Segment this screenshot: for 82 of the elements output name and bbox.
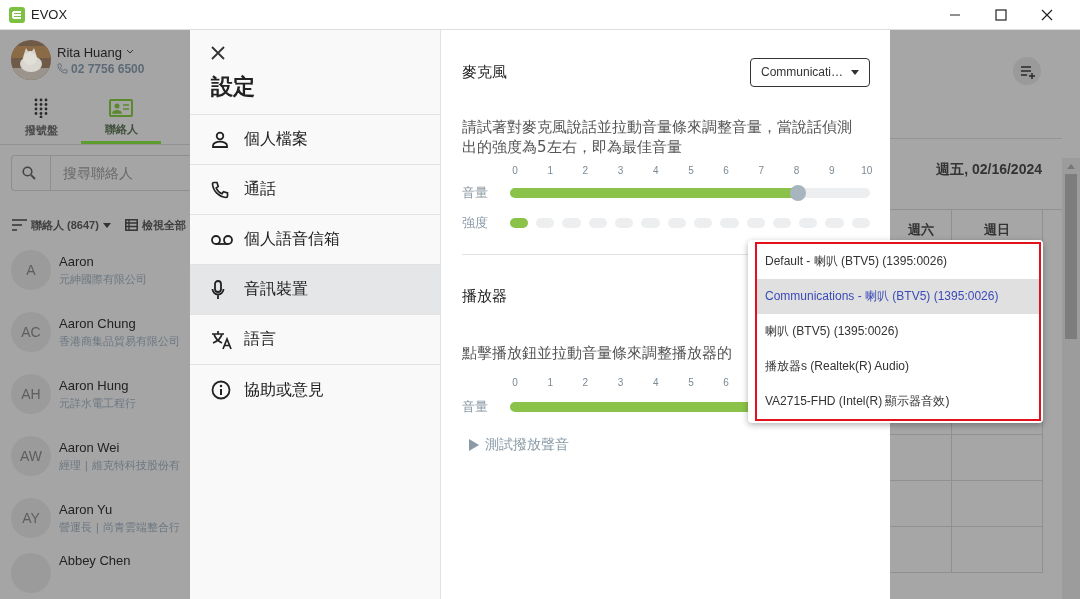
sort-icon[interactable] (12, 219, 27, 231)
contact-name[interactable]: Aaron (59, 253, 147, 269)
device-option[interactable]: Communications - 喇叭 (BTV5) (1395:0026) (757, 279, 1039, 314)
calendar-cell (890, 527, 952, 573)
contact-filter-dropdown[interactable]: 聯絡人 (8647) (31, 217, 99, 233)
tick-label: 3 (616, 377, 625, 388)
device-option[interactable]: 播放器s (Realtek(R) Audio) (757, 349, 1039, 384)
tick-label: 3 (616, 165, 625, 176)
microphone-icon (211, 279, 225, 300)
play-icon (469, 439, 479, 451)
slider-track[interactable] (510, 188, 870, 198)
strength-label: 強度 (462, 214, 489, 232)
instructions-text: 請試著對麥克風說話並拉動音量條來調整音量，當說話偵測出的強度為5左右，即為最佳音量 (462, 117, 853, 157)
calendar-date: 週五, 02/16/2024 (935, 160, 1043, 179)
tick-label: 7 (757, 165, 766, 176)
table-icon[interactable] (124, 219, 138, 231)
nav-tab[interactable]: 聯絡人 (81, 94, 161, 144)
settings-title: 設定 (190, 60, 440, 115)
logo-icon (9, 6, 25, 23)
device-option[interactable]: 喇叭 (BTV5) (1395:0026) (757, 314, 1039, 349)
person-icon (211, 130, 229, 149)
user-name[interactable]: Rita Huang (57, 44, 123, 60)
close-icon[interactable] (1041, 8, 1053, 21)
avatar-initials: AW (11, 436, 51, 476)
settings-menu-item[interactable]: 個人檔案 (190, 115, 440, 165)
contact-card-icon (109, 98, 133, 117)
caret-icon (851, 69, 859, 75)
voicemail-icon (211, 233, 233, 246)
info-icon (211, 380, 231, 400)
user-phone: 02 7756 6500 (71, 61, 145, 76)
tick-label: 8 (792, 165, 801, 176)
section-title: 麥克風 (462, 62, 507, 82)
view-all-link[interactable]: 檢視全部 (141, 217, 186, 233)
tick-label: 0 (511, 377, 519, 388)
settings-menu-item[interactable]: 協助或意見 (190, 365, 440, 415)
settings-menu-item[interactable]: 語言 (190, 315, 440, 365)
close-icon[interactable] (211, 46, 225, 60)
tick-label: 0 (511, 165, 519, 176)
add-list-icon[interactable] (1013, 57, 1041, 85)
contact-name[interactable]: Aaron Yu (59, 501, 180, 517)
calendar-cell (890, 481, 952, 527)
nav-tab[interactable]: 撥號盤 (1, 94, 81, 144)
volume-label: 音量 (462, 398, 489, 416)
window-title: EVOX (31, 7, 68, 22)
device-dropdown[interactable]: Communicati… (750, 57, 870, 87)
avatar-initials: A (11, 250, 51, 290)
maximize-icon[interactable] (995, 8, 1007, 21)
tick-label: 4 (651, 165, 660, 176)
tick-label: 2 (581, 377, 590, 388)
tick-label: 6 (722, 377, 730, 388)
instructions-text: 點擊播放鈕並拉動音量條來調整播放器的 (462, 343, 732, 363)
translate-icon (211, 329, 233, 350)
tick-label: 9 (827, 165, 836, 176)
slider-thumb[interactable] (790, 185, 806, 201)
tick-label: 6 (722, 165, 730, 176)
tick-label: 2 (581, 165, 590, 176)
tick-label: 5 (687, 377, 695, 388)
tick-label: 10 (860, 165, 874, 176)
search-icon (22, 166, 36, 180)
contact-name[interactable]: Aaron Wei (59, 439, 180, 455)
contact-name[interactable]: Abbey Chen (59, 553, 131, 568)
section-title: 播放器 (462, 286, 507, 306)
caret-icon[interactable] (126, 49, 135, 55)
device-option[interactable]: VA2715-FHD (Intel(R) 顯示器音效) (757, 384, 1039, 419)
contact-name[interactable]: Aaron Chung (59, 315, 180, 331)
tick-label: 4 (651, 377, 660, 388)
phone-icon (57, 63, 68, 74)
tick-label: 1 (546, 377, 554, 388)
avatar-initials: AC (11, 312, 51, 352)
settings-menu-item[interactable]: 音訊裝置 (190, 265, 440, 315)
phone-icon (211, 180, 229, 199)
dialpad-icon (34, 97, 48, 118)
calendar-cell (890, 435, 952, 481)
tick-label: 5 (687, 165, 695, 176)
tick-label: 1 (546, 165, 554, 176)
avatar-initials: AH (11, 374, 51, 414)
scrollbar-thumb[interactable] (1065, 174, 1077, 339)
avatar-initials: AY (11, 498, 51, 538)
contact-name[interactable]: Aaron Hung (59, 377, 136, 393)
volume-label: 音量 (462, 184, 489, 202)
caret-icon[interactable] (102, 222, 111, 228)
settings-menu-item[interactable]: 通話 (190, 165, 440, 215)
